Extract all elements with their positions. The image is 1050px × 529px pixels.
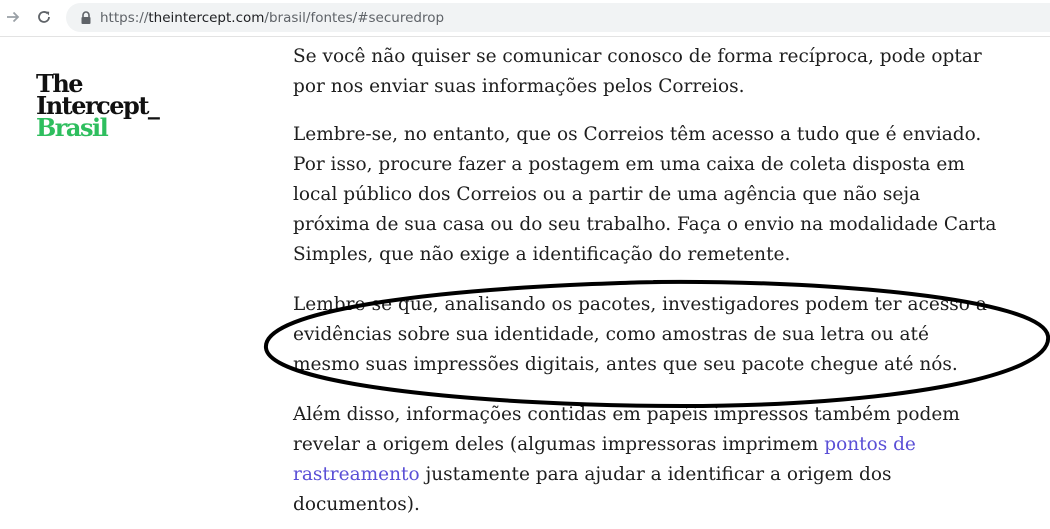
url-host: theintercept.com <box>148 10 265 26</box>
text-line: próxima de sua casa ou do seu trabalho. … <box>293 214 997 235</box>
url-prefix: https:// <box>100 10 149 26</box>
browser-toolbar: https://theintercept.com/brasil/fontes/#… <box>0 0 1050 37</box>
tracking-dots-link-continued[interactable]: rastreamento <box>293 464 420 485</box>
site-logo[interactable]: The Intercept_ Brasil <box>36 72 160 142</box>
url-text: https://theintercept.com/brasil/fontes/#… <box>100 10 444 26</box>
text-line: por nos enviar suas informações pelos Co… <box>293 76 745 97</box>
arrow-right-icon <box>7 11 20 23</box>
reload-button[interactable] <box>33 6 55 28</box>
back-button[interactable] <box>2 6 24 28</box>
text-line: Lembre-se que, analisando os pacotes, in… <box>293 294 987 315</box>
text-line: rastreamento justamente para ajudar a id… <box>293 460 993 490</box>
text-line: Simples, que não exige a identificação d… <box>293 244 791 265</box>
paragraph-evidence: Lembre-se que, analisando os pacotes, in… <box>293 290 993 380</box>
text-line: mesmo suas impressões digitais, antes qu… <box>293 354 958 375</box>
text-line: Além disso, informações contidas em papé… <box>293 404 960 425</box>
address-bar[interactable]: https://theintercept.com/brasil/fontes/#… <box>66 3 1050 32</box>
url-path: /brasil/fontes/#securedrop <box>264 10 445 26</box>
text-line: documentos). <box>293 494 420 515</box>
logo-line-brasil: Brasil <box>36 113 109 142</box>
reload-icon <box>38 11 50 23</box>
tracking-dots-link[interactable]: pontos de <box>824 434 916 455</box>
lock-icon <box>81 11 91 24</box>
paragraph-correios: Se você não quiser se comunicar conosco … <box>293 42 993 102</box>
text-line: Por isso, procure fazer a postagem em um… <box>293 154 965 175</box>
text-line: local público dos Correios ou a partir d… <box>293 184 921 205</box>
text-fragment: revelar a origem deles (algumas impresso… <box>293 434 825 455</box>
text-line: Se você não quiser se comunicar conosco … <box>293 46 982 67</box>
text-line: Lembre-se, no entanto, que os Correios t… <box>293 124 982 145</box>
text-line: evidências sobre sua identidade, como am… <box>293 324 929 345</box>
paragraph-remember: Lembre-se, no entanto, que os Correios t… <box>293 120 997 270</box>
text-fragment: justamente para ajudar a identificar a o… <box>419 464 892 485</box>
text-line: revelar a origem deles (algumas impresso… <box>293 430 993 460</box>
paragraph-printers: Além disso, informações contidas em papé… <box>293 400 993 520</box>
